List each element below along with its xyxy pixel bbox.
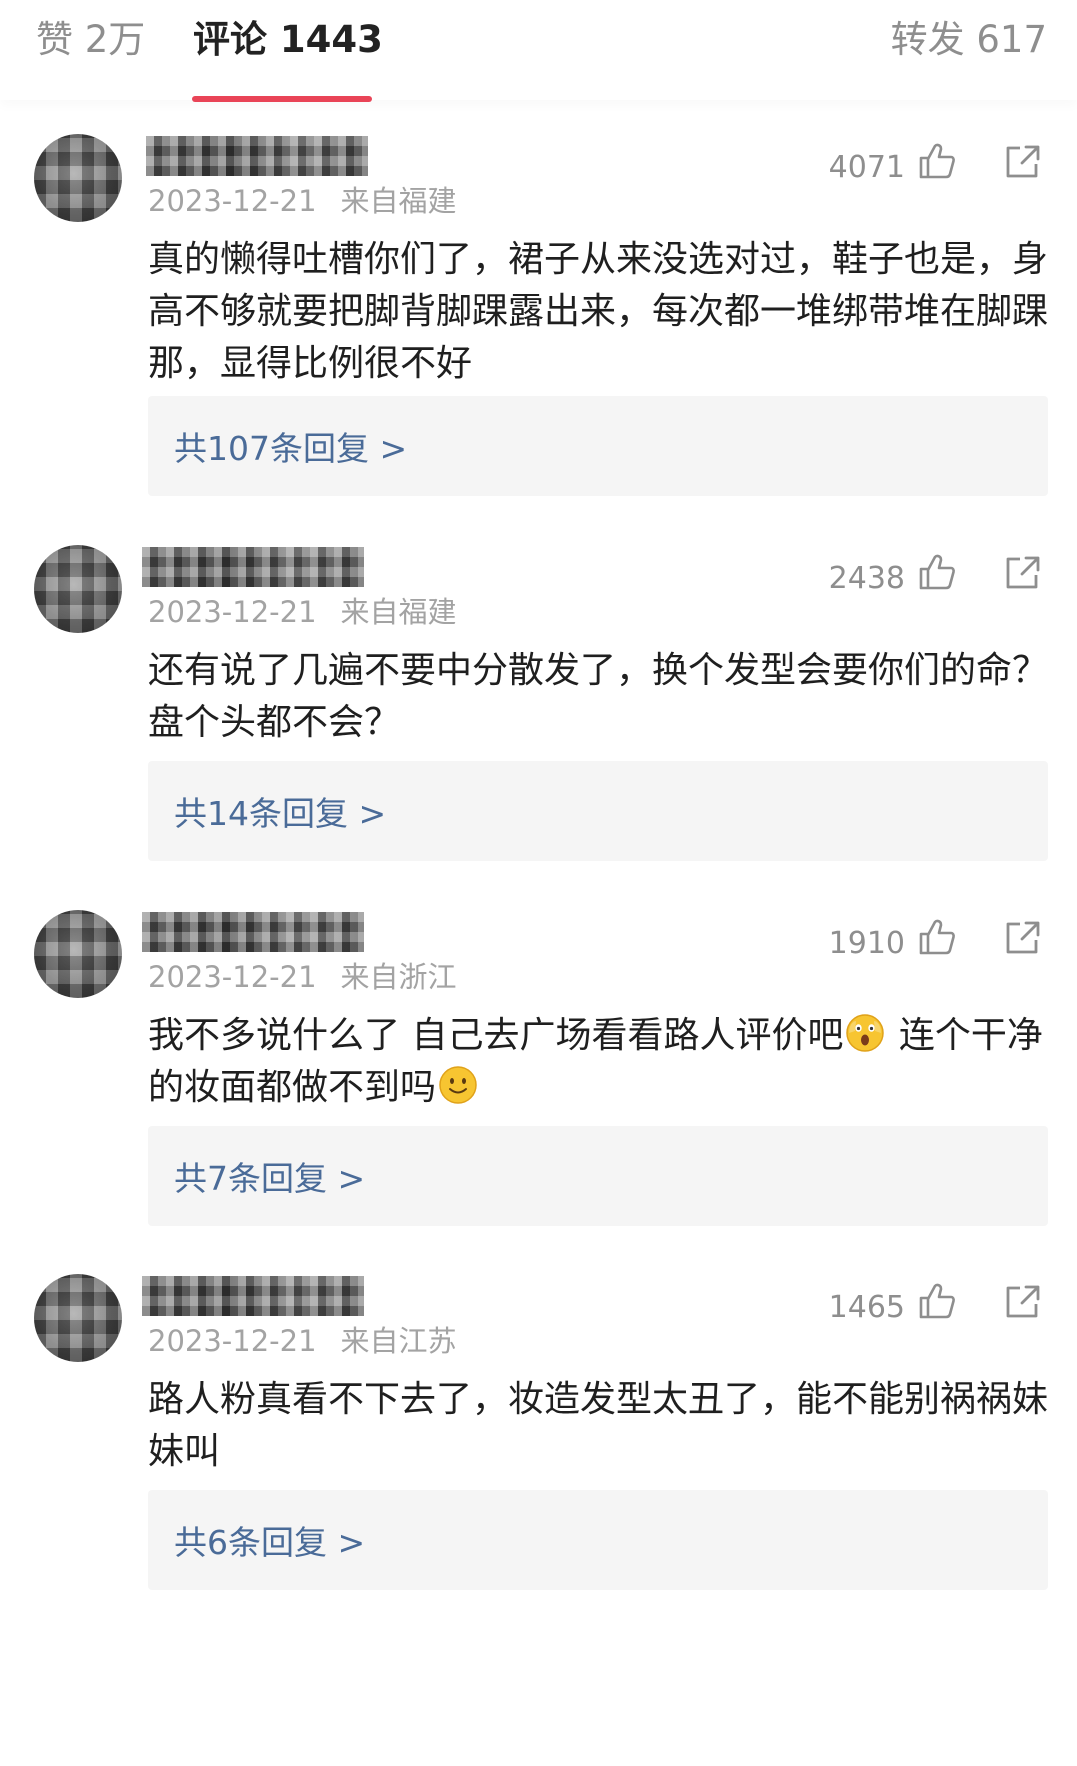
- replies-box[interactable]: 共6条回复 >: [148, 1490, 1048, 1590]
- view-replies-link[interactable]: 共6条回复 >: [174, 1516, 365, 1564]
- like-count: 1910: [828, 926, 905, 961]
- username-pixelated[interactable]: [142, 912, 364, 952]
- tab-bar: 赞 2万 评论 1443 转发 617: [0, 0, 1077, 102]
- comment-text: 路人粉真看不下去了，妆造发型太丑了，能不能别祸祸妹妹叫: [148, 1379, 1049, 1472]
- comment-location: 来自江苏: [340, 1324, 457, 1358]
- comment-location: 来自浙江: [340, 960, 457, 994]
- comment-location: 来自福建: [340, 184, 457, 218]
- thumbs-up-icon[interactable]: [918, 1282, 956, 1320]
- view-replies-link[interactable]: 共14条回复 >: [174, 787, 386, 835]
- username-pixelated[interactable]: [146, 136, 368, 176]
- replies-box[interactable]: 共107条回复 >: [148, 396, 1048, 496]
- replies-box[interactable]: 共14条回复 >: [148, 761, 1048, 861]
- comment-meta: 2023-12-21 来自浙江: [148, 954, 457, 996]
- avatar[interactable]: [34, 134, 122, 222]
- like-count: 2438: [828, 561, 905, 596]
- avatar[interactable]: [34, 545, 122, 633]
- tab-shares[interactable]: 转发 617: [891, 14, 1047, 66]
- username-pixelated[interactable]: [142, 547, 364, 587]
- comment-date: 2023-12-21: [148, 1324, 317, 1358]
- like-count: 4071: [828, 150, 905, 185]
- comment-meta: 2023-12-21 来自江苏: [148, 1318, 457, 1360]
- tab-comments[interactable]: 评论 1443: [193, 14, 383, 66]
- comment-text-part: 我不多说什么了 自己去广场看看路人评价吧: [148, 1015, 844, 1056]
- view-replies-link[interactable]: 共7条回复 >: [174, 1152, 365, 1200]
- comment-text: 真的懒得吐槽你们了，裙子从来没选对过，鞋子也是，身高不够就要把脚背脚踝露出来，每…: [148, 239, 1049, 384]
- thumbs-up-icon[interactable]: [918, 142, 956, 180]
- comment-location: 来自福建: [340, 595, 457, 629]
- view-replies-link[interactable]: 共107条回复 >: [174, 422, 407, 470]
- avatar[interactable]: [34, 910, 122, 998]
- comment-date: 2023-12-21: [148, 960, 317, 994]
- share-icon[interactable]: [1004, 1284, 1042, 1320]
- like-count: 1465: [828, 1290, 905, 1325]
- scream-emoji-icon: [846, 1014, 885, 1052]
- smile-emoji-icon: [439, 1066, 477, 1104]
- replies-box[interactable]: 共7条回复 >: [148, 1126, 1048, 1226]
- avatar[interactable]: [34, 1274, 122, 1362]
- comment-meta: 2023-12-21 来自福建: [148, 178, 457, 220]
- comment-date: 2023-12-21: [148, 184, 317, 218]
- active-tab-indicator: [192, 96, 372, 102]
- comment-text: 我不多说什么了 自己去广场看看路人评价吧 连个干净的妆面都做不到吗: [148, 1010, 1048, 1114]
- tab-likes[interactable]: 赞 2万: [36, 14, 145, 66]
- share-icon[interactable]: [1004, 144, 1042, 180]
- thumbs-up-icon[interactable]: [918, 918, 956, 956]
- comment-date: 2023-12-21: [148, 595, 317, 629]
- thumbs-up-icon[interactable]: [918, 553, 956, 591]
- share-icon[interactable]: [1004, 555, 1042, 591]
- comment-text: 还有说了几遍不要中分散发了，换个发型会要你们的命？盘个头都不会？: [148, 650, 1049, 743]
- share-icon[interactable]: [1004, 920, 1042, 956]
- username-pixelated[interactable]: [142, 1276, 364, 1316]
- comment-meta: 2023-12-21 来自福建: [148, 589, 457, 631]
